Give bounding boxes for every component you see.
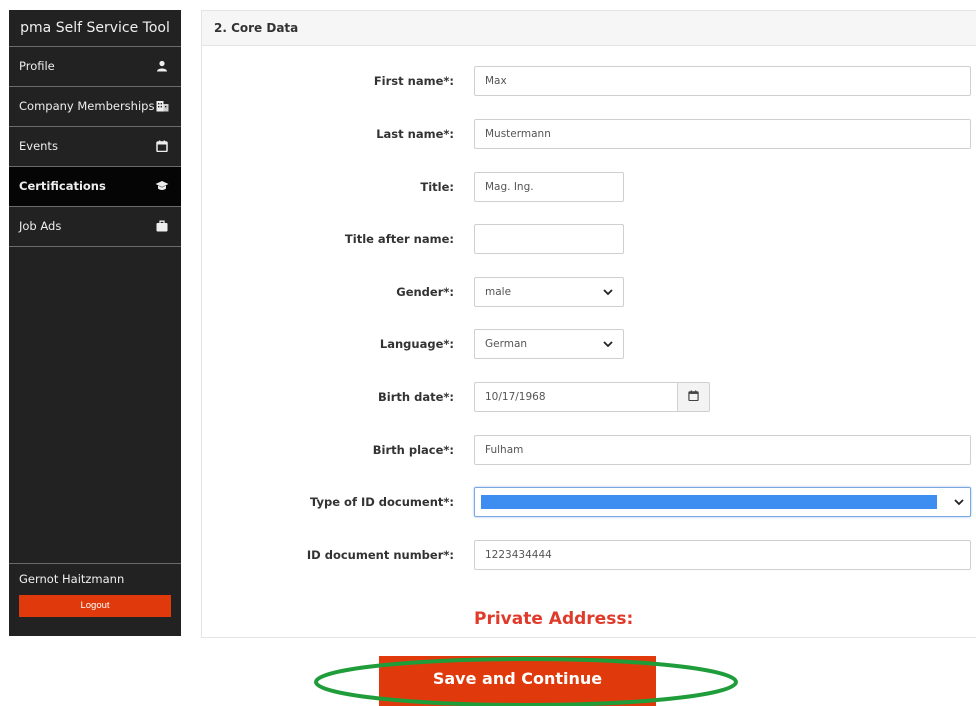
sidebar-item-events[interactable]: Events (9, 127, 181, 167)
gender-label: Gender*: (396, 285, 454, 299)
sidebar: pma Self Service Tool Profile Company Me… (9, 10, 181, 636)
id-type-select[interactable] (474, 487, 971, 517)
briefcase-icon (155, 220, 169, 234)
private-address-heading: Private Address: (474, 609, 634, 629)
user-name: Gernot Haitzmann (19, 572, 125, 586)
sidebar-item-label: Certifications (19, 179, 106, 193)
sidebar-item-profile[interactable]: Profile (9, 47, 181, 87)
last-name-label: Last name*: (376, 127, 454, 141)
row-birth-date: Birth date*: (202, 382, 976, 412)
id-number-input[interactable] (474, 540, 971, 570)
last-name-input[interactable] (474, 119, 971, 149)
user-icon (155, 60, 169, 74)
birth-place-label: Birth place*: (372, 443, 454, 457)
row-title: Title: (202, 172, 976, 202)
id-number-label: ID document number*: (306, 548, 454, 562)
save-and-continue-button[interactable]: Save and Continue (379, 656, 656, 706)
first-name-label: First name*: (373, 74, 454, 88)
birth-place-input[interactable] (474, 435, 971, 465)
core-data-panel: 2. Core Data First name*: Last name*: Ti… (201, 10, 976, 638)
id-type-label: Type of ID document*: (310, 495, 454, 509)
chevron-down-icon (603, 286, 613, 299)
sidebar-footer: Gernot Haitzmann Logout (9, 563, 181, 636)
row-birth-place: Birth place*: (202, 435, 976, 465)
sidebar-item-label: Profile (19, 59, 55, 73)
birth-date-input[interactable] (474, 382, 677, 412)
sidebar-item-label: Company Memberships (19, 99, 155, 113)
title-label: Title: (420, 180, 454, 194)
title-after-name-label: Title after name: (344, 232, 454, 246)
row-first-name: First name*: (202, 66, 976, 96)
sidebar-item-company-memberships[interactable]: Company Memberships (9, 87, 181, 127)
row-id-number: ID document number*: (202, 540, 976, 570)
logout-button[interactable]: Logout (19, 595, 171, 617)
language-label: Language*: (379, 337, 454, 351)
building-icon (155, 100, 169, 114)
row-id-type: Type of ID document*: (202, 487, 976, 517)
sidebar-item-label: Events (19, 139, 58, 153)
first-name-input[interactable] (474, 66, 971, 96)
language-select[interactable]: German (474, 329, 624, 359)
sidebar-item-label: Job Ads (19, 219, 62, 233)
id-type-selected-option (481, 495, 937, 509)
graduation-cap-icon (155, 180, 169, 194)
panel-header: 2. Core Data (202, 11, 976, 46)
sidebar-item-certifications[interactable]: Certifications (9, 167, 181, 207)
sidebar-item-job-ads[interactable]: Job Ads (9, 207, 181, 247)
row-title-after-name: Title after name: (202, 224, 976, 254)
row-gender: Gender*: male (202, 277, 976, 307)
row-language: Language*: German (202, 329, 976, 359)
app-title: pma Self Service Tool (9, 10, 181, 47)
birth-date-label: Birth date*: (378, 390, 454, 404)
calendar-icon (155, 140, 169, 154)
chevron-down-icon (954, 496, 964, 509)
birth-date-group (474, 382, 710, 412)
row-last-name: Last name*: (202, 119, 976, 149)
title-after-name-input[interactable] (474, 224, 624, 254)
date-picker-button[interactable] (677, 382, 710, 412)
title-input[interactable] (474, 172, 624, 202)
gender-value: male (485, 286, 512, 298)
gender-select[interactable]: male (474, 277, 624, 307)
calendar-icon (688, 390, 699, 404)
language-value: German (485, 338, 528, 350)
chevron-down-icon (603, 338, 613, 351)
